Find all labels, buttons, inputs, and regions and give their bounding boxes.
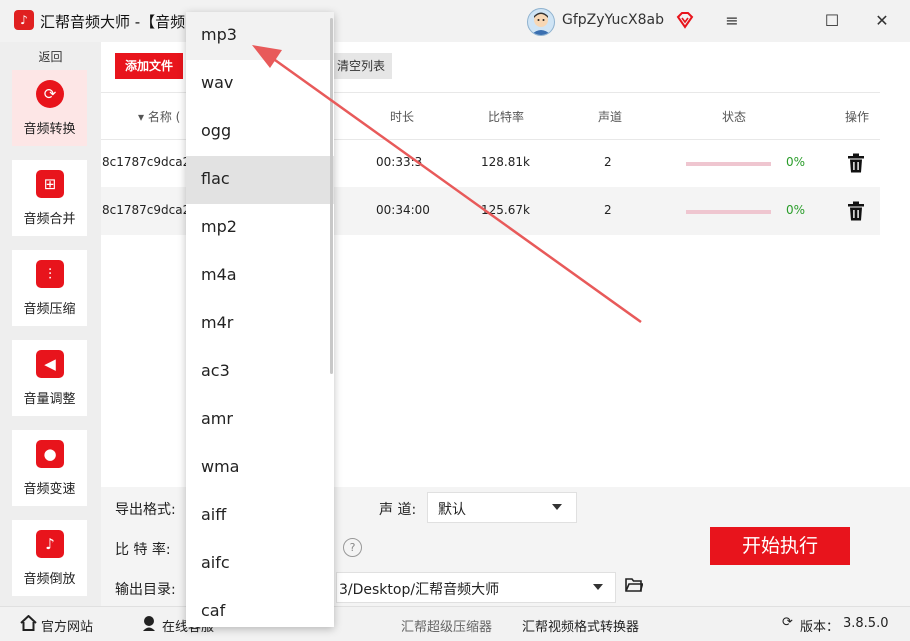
- trash-icon[interactable]: [847, 201, 865, 221]
- audio-convert-icon: ⟳: [36, 80, 64, 108]
- format-option-wma[interactable]: wma: [186, 444, 334, 492]
- vip-diamond-icon[interactable]: [676, 11, 694, 29]
- official-website-link[interactable]: 官方网站: [41, 616, 93, 635]
- add-file-button[interactable]: 添加文件: [115, 53, 183, 79]
- sidebar-item-audio-convert[interactable]: ⟳ 音频转换: [12, 70, 87, 146]
- sidebar-item-label: 音频压缩: [23, 302, 76, 317]
- column-actions: 操作: [845, 110, 870, 124]
- customer-service-icon: [143, 616, 155, 631]
- sidebar-item-label: 音频合并: [23, 212, 76, 227]
- chevron-down-icon: [552, 504, 562, 510]
- sidebar-item-label: 音频转换: [23, 122, 76, 137]
- file-channels: 2: [604, 155, 612, 169]
- format-dropdown[interactable]: mp3 wav ogg flac mp2 m4a m4r ac3 amr wma…: [186, 12, 334, 627]
- file-duration: 00:34:00: [376, 203, 430, 217]
- column-bitrate: 比特率: [488, 110, 525, 124]
- sidebar-item-audio-compress[interactable]: ⫶ 音频压缩: [12, 250, 87, 326]
- file-channels: 2: [604, 203, 612, 217]
- progress-bar: [686, 162, 771, 166]
- file-bitrate: 128.81k: [481, 155, 530, 169]
- sidebar-item-audio-speed[interactable]: ● 音频变速: [12, 430, 87, 506]
- export-format-label: 导出格式:: [115, 502, 176, 518]
- channel-value: 默认: [438, 502, 466, 518]
- format-option-ogg[interactable]: ogg: [186, 108, 334, 156]
- sidebar-item-label: 音频变速: [23, 482, 76, 497]
- sidebar-item-audio-reverse[interactable]: ♪ 音频倒放: [12, 520, 87, 596]
- channel-label: 声 道:: [379, 502, 417, 518]
- home-icon: [20, 615, 37, 631]
- sidebar-item-label: 音量调整: [23, 392, 76, 407]
- audio-merge-icon: ⊞: [36, 170, 64, 198]
- channel-select[interactable]: 默认: [427, 492, 577, 523]
- back-button[interactable]: 返回: [0, 46, 101, 68]
- format-option-aifc[interactable]: aifc: [186, 540, 334, 588]
- status-bar: 官方网站 在线客服 汇帮超级压缩器 汇帮视频格式转换器 ⟳ 版本： 3.8.5.…: [0, 606, 910, 641]
- format-option-wav[interactable]: wav: [186, 60, 334, 108]
- sidebar-item-volume[interactable]: ◀ 音量调整: [12, 340, 87, 416]
- chevron-down-icon: [593, 584, 603, 590]
- music-note-icon: ♪: [36, 530, 64, 558]
- column-channels: 声道: [598, 110, 623, 124]
- progress-percent: 0%: [786, 203, 806, 217]
- help-icon[interactable]: ?: [343, 538, 362, 557]
- column-duration: 时长: [390, 110, 415, 124]
- format-option-mp2[interactable]: mp2: [186, 204, 334, 252]
- output-dir-label: 输出目录:: [115, 582, 176, 598]
- file-bitrate: 125.67k: [481, 203, 530, 217]
- menu-icon[interactable]: ≡: [720, 10, 744, 32]
- avatar[interactable]: [527, 8, 555, 36]
- bitrate-label: 比 特 率:: [115, 542, 171, 558]
- trash-icon[interactable]: [847, 153, 865, 173]
- progress-percent: 0%: [786, 155, 806, 169]
- username[interactable]: GfpZyYucX8ab: [562, 12, 664, 28]
- format-option-aiff[interactable]: aiff: [186, 492, 334, 540]
- column-name[interactable]: ▾ 名称 (: [138, 108, 180, 125]
- file-duration: 00:33:3: [376, 155, 423, 169]
- sidebar-item-audio-merge[interactable]: ⊞ 音频合并: [12, 160, 87, 236]
- version-label: 版本：: [800, 620, 840, 635]
- file-name: 8c1787c9dca2: [102, 203, 191, 217]
- folder-icon[interactable]: [625, 577, 643, 593]
- progress-bar: [686, 210, 771, 214]
- microphone-icon: ●: [36, 440, 64, 468]
- sidebar-item-label: 音频倒放: [23, 572, 76, 587]
- column-status: 状态: [722, 110, 747, 124]
- output-dir-select[interactable]: 3/Desktop/汇帮音频大师: [336, 572, 616, 603]
- file-name: 8c1787c9dca2: [102, 155, 191, 169]
- version-number: 3.8.5.0: [843, 616, 889, 631]
- app-title: 汇帮音频大师 -【音频: [40, 13, 186, 31]
- compressor-link[interactable]: 汇帮超级压缩器: [401, 616, 492, 635]
- close-icon[interactable]: ✕: [870, 10, 894, 32]
- video-converter-link[interactable]: 汇帮视频格式转换器: [522, 616, 639, 635]
- format-option-amr[interactable]: amr: [186, 396, 334, 444]
- start-button[interactable]: 开始执行: [710, 527, 850, 565]
- app-logo-icon: ♪: [14, 10, 34, 30]
- avatar-icon: [531, 12, 551, 35]
- volume-icon: ◀: [36, 350, 64, 378]
- format-option-m4r[interactable]: m4r: [186, 300, 334, 348]
- maximize-icon[interactable]: ☐: [820, 10, 844, 32]
- format-option-flac[interactable]: flac: [186, 156, 334, 204]
- format-option-ac3[interactable]: ac3: [186, 348, 334, 396]
- format-option-mp3[interactable]: mp3: [186, 12, 334, 60]
- format-option-m4a[interactable]: m4a: [186, 252, 334, 300]
- format-option-caf[interactable]: caf: [186, 588, 334, 627]
- refresh-icon: ⟳: [782, 615, 793, 630]
- output-dir-value: 3/Desktop/汇帮音频大师: [339, 582, 500, 598]
- dropdown-scrollbar[interactable]: [330, 18, 333, 374]
- clear-list-button[interactable]: 清空列表: [330, 53, 392, 79]
- audio-compress-icon: ⫶: [36, 260, 64, 288]
